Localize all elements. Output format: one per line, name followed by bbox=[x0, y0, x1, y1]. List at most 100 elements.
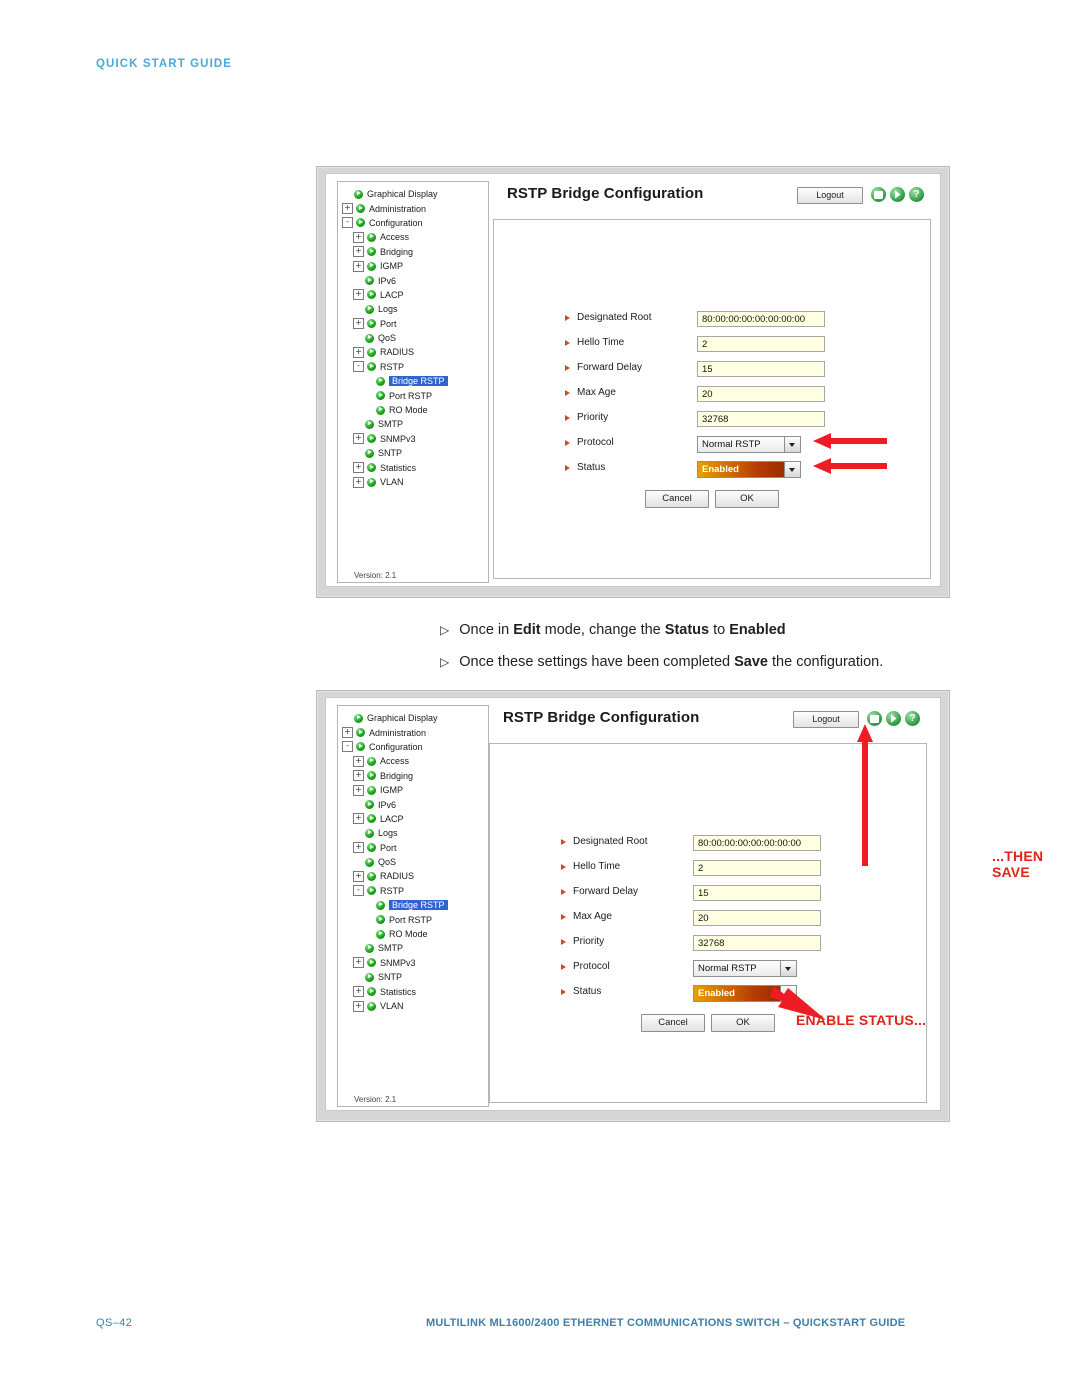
collapse-icon[interactable]: - bbox=[353, 361, 364, 373]
tree-node-icon bbox=[367, 886, 376, 896]
tree-item-statistics[interactable]: + Statistics bbox=[342, 984, 485, 998]
input-max-age-top[interactable]: 20 bbox=[697, 386, 825, 402]
help-icon-top[interactable]: ? bbox=[909, 187, 924, 202]
tree-item-smtp[interactable]: SMTP bbox=[342, 941, 485, 955]
tree-item-bridging[interactable]: + Bridging bbox=[342, 245, 485, 259]
navigation-tree-bottom[interactable]: Graphical Display + Administration - Configu… bbox=[337, 705, 489, 1107]
logout-button-top[interactable]: Logout bbox=[797, 187, 863, 204]
apply-icon-top[interactable] bbox=[890, 187, 905, 202]
input-priority-top[interactable]: 32768 bbox=[697, 411, 825, 427]
tree-item-snmpv3[interactable]: + SNMPv3 bbox=[342, 432, 485, 446]
tree-item-port-rstp[interactable]: Port RSTP bbox=[342, 388, 485, 402]
tree-item-administration[interactable]: + Administration bbox=[342, 725, 485, 739]
collapse-icon[interactable]: - bbox=[353, 885, 364, 897]
tree-item-label: QoS bbox=[378, 857, 397, 868]
tree-item-statistics[interactable]: + Statistics bbox=[342, 460, 485, 474]
ok-button-top[interactable]: OK bbox=[715, 490, 779, 508]
collapse-icon[interactable]: - bbox=[342, 217, 353, 229]
collapse-icon[interactable]: - bbox=[342, 741, 353, 753]
input-max-age-bottom[interactable]: 20 bbox=[693, 910, 821, 926]
chevron-down-icon[interactable] bbox=[784, 437, 800, 452]
expand-icon[interactable]: + bbox=[353, 462, 364, 474]
tree-item-port-rstp[interactable]: Port RSTP bbox=[342, 912, 485, 926]
chevron-down-icon[interactable] bbox=[784, 462, 800, 477]
tree-item-ipv6[interactable]: IPv6 bbox=[342, 797, 485, 811]
tree-item-radius[interactable]: + RADIUS bbox=[342, 345, 485, 359]
input-priority-bottom[interactable]: 32768 bbox=[693, 935, 821, 951]
expand-icon[interactable]: + bbox=[353, 770, 364, 782]
input-designated-root-top[interactable]: 80:00:00:00:00:00:00:00 bbox=[697, 311, 825, 327]
cancel-button-bottom[interactable]: Cancel bbox=[641, 1014, 705, 1032]
expand-icon[interactable]: + bbox=[353, 813, 364, 825]
input-designated-root-bottom[interactable]: 80:00:00:00:00:00:00:00 bbox=[693, 835, 821, 851]
logout-button-bottom[interactable]: Logout bbox=[793, 711, 859, 728]
tree-item-rstp[interactable]: - RSTP bbox=[342, 360, 485, 374]
tree-item-logs[interactable]: Logs bbox=[342, 826, 485, 840]
expand-icon[interactable]: + bbox=[342, 727, 353, 739]
tree-item-igmp[interactable]: + IGMP bbox=[342, 259, 485, 273]
expand-icon[interactable]: + bbox=[353, 318, 364, 330]
input-hello-time-top[interactable]: 2 bbox=[697, 336, 825, 352]
tree-item-qos[interactable]: QoS bbox=[342, 331, 485, 345]
expand-icon[interactable]: + bbox=[353, 957, 364, 969]
input-forward-delay-top[interactable]: 15 bbox=[697, 361, 825, 377]
expand-icon[interactable]: + bbox=[353, 784, 364, 796]
expand-icon[interactable]: + bbox=[353, 986, 364, 998]
tree-item-port[interactable]: + Port bbox=[342, 317, 485, 331]
tree-item-lacp[interactable]: + LACP bbox=[342, 812, 485, 826]
tree-item-logs[interactable]: Logs bbox=[342, 302, 485, 316]
ok-button-bottom[interactable]: OK bbox=[711, 1014, 775, 1032]
tree-node-icon bbox=[367, 771, 376, 781]
tree-item-ipv6[interactable]: IPv6 bbox=[342, 273, 485, 287]
tree-item-access[interactable]: + Access bbox=[342, 754, 485, 768]
tree-item-ro-mode[interactable]: RO Mode bbox=[342, 403, 485, 417]
tree-item-smtp[interactable]: SMTP bbox=[342, 417, 485, 431]
expand-icon[interactable]: + bbox=[353, 346, 364, 358]
tree-item-access[interactable]: + Access bbox=[342, 230, 485, 244]
expand-icon[interactable]: + bbox=[353, 476, 364, 488]
tree-node-icon bbox=[365, 828, 374, 838]
tree-item-administration[interactable]: + Administration bbox=[342, 201, 485, 215]
expand-icon[interactable]: + bbox=[353, 231, 364, 243]
tree-item-lacp[interactable]: + LACP bbox=[342, 288, 485, 302]
tree-item-sntp[interactable]: SNTP bbox=[342, 446, 485, 460]
expand-icon[interactable]: + bbox=[353, 1000, 364, 1012]
expand-icon[interactable]: + bbox=[353, 755, 364, 767]
expand-icon[interactable]: + bbox=[342, 203, 353, 215]
expand-icon[interactable]: + bbox=[353, 260, 364, 272]
expand-icon[interactable]: + bbox=[353, 842, 364, 854]
expand-icon[interactable]: + bbox=[353, 289, 364, 301]
select-protocol-bottom[interactable]: Normal RSTP bbox=[693, 960, 797, 977]
tree-item-bridge-rstp[interactable]: Bridge RSTP bbox=[342, 374, 485, 388]
tree-item-configuration[interactable]: - Configuration bbox=[342, 740, 485, 754]
save-icon-top[interactable] bbox=[871, 187, 886, 202]
select-status-top[interactable]: Enabled bbox=[697, 461, 801, 478]
expand-icon[interactable]: + bbox=[353, 433, 364, 445]
tree-item-configuration[interactable]: - Configuration bbox=[342, 216, 485, 230]
help-icon-bottom[interactable]: ? bbox=[905, 711, 920, 726]
tree-item-bridging[interactable]: + Bridging bbox=[342, 769, 485, 783]
tree-item-igmp[interactable]: + IGMP bbox=[342, 783, 485, 797]
select-protocol-top[interactable]: Normal RSTP bbox=[697, 436, 801, 453]
tree-item-graphical-display[interactable]: Graphical Display bbox=[342, 711, 485, 725]
tree-item-bridge-rstp[interactable]: Bridge RSTP bbox=[342, 898, 485, 912]
expand-icon[interactable]: + bbox=[353, 246, 364, 258]
navigation-tree-top[interactable]: Graphical Display + Administration - Configu… bbox=[337, 181, 489, 583]
tree-item-vlan[interactable]: + VLAN bbox=[342, 475, 485, 489]
tree-item-port[interactable]: + Port bbox=[342, 841, 485, 855]
tree-item-sntp[interactable]: SNTP bbox=[342, 970, 485, 984]
expand-icon[interactable]: + bbox=[353, 870, 364, 882]
tree-item-snmpv3[interactable]: + SNMPv3 bbox=[342, 956, 485, 970]
apply-icon-bottom[interactable] bbox=[886, 711, 901, 726]
chevron-down-icon[interactable] bbox=[780, 961, 796, 976]
tree-item-radius[interactable]: + RADIUS bbox=[342, 869, 485, 883]
tree-item-qos[interactable]: QoS bbox=[342, 855, 485, 869]
tree-item-ro-mode[interactable]: RO Mode bbox=[342, 927, 485, 941]
input-forward-delay-bottom[interactable]: 15 bbox=[693, 885, 821, 901]
cancel-button-top[interactable]: Cancel bbox=[645, 490, 709, 508]
input-hello-time-bottom[interactable]: 2 bbox=[693, 860, 821, 876]
tree-item-rstp[interactable]: - RSTP bbox=[342, 884, 485, 898]
tree-item-graphical-display[interactable]: Graphical Display bbox=[342, 187, 485, 201]
tree-item-vlan[interactable]: + VLAN bbox=[342, 999, 485, 1013]
